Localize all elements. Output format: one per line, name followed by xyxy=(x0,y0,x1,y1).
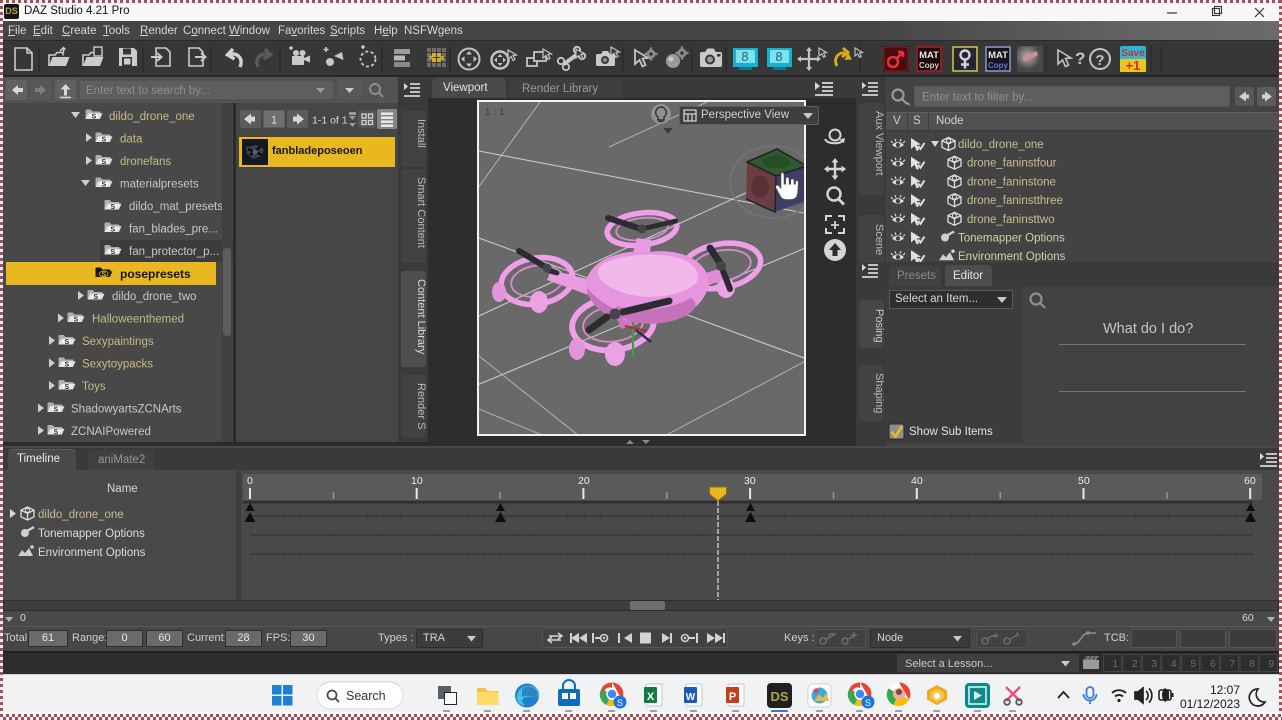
svg-text:3: 3 xyxy=(1151,659,1157,670)
svg-text:Tonemapper Options: Tonemapper Options xyxy=(958,233,1065,245)
svg-text:drone_faninstfour: drone_faninstfour xyxy=(967,158,1057,170)
svg-text:Shaping: Shaping xyxy=(873,373,885,413)
svg-text:Halloweenthemed: Halloweenthemed xyxy=(92,314,184,326)
svg-text:dildo_drone_one: dildo_drone_one xyxy=(958,139,1044,151)
svg-text:Enter text to search by...: Enter text to search by... xyxy=(86,85,210,97)
svg-text:+1: +1 xyxy=(1126,58,1141,73)
svg-text:materialpresets: materialpresets xyxy=(120,179,199,191)
svg-text:Tonemapper Options: Tonemapper Options xyxy=(38,528,145,540)
svg-text:MAT: MAT xyxy=(988,50,1008,61)
svg-text:8: 8 xyxy=(1249,659,1255,670)
svg-text:drone_faninstthree: drone_faninstthree xyxy=(967,195,1063,207)
svg-text:Content Library: Content Library xyxy=(415,279,427,355)
svg-text:12:07: 12:07 xyxy=(1210,683,1240,697)
svg-text:10: 10 xyxy=(411,475,423,487)
svg-text:Toys: Toys xyxy=(82,381,106,393)
svg-text:W: W xyxy=(686,692,696,703)
svg-text:Smart Content: Smart Content xyxy=(415,177,427,248)
svg-text:Enter text to filter by...: Enter text to filter by... xyxy=(922,92,1033,104)
svg-text:data: data xyxy=(120,134,143,146)
svg-text:dildo_drone_one: dildo_drone_one xyxy=(109,111,195,123)
svg-text:Render S: Render S xyxy=(415,383,427,429)
svg-text:9: 9 xyxy=(1268,659,1274,670)
svg-text:MAT: MAT xyxy=(919,50,939,61)
svg-text:2: 2 xyxy=(1132,659,1138,670)
svg-text:Sexytoypacks: Sexytoypacks xyxy=(82,359,153,371)
svg-text:4: 4 xyxy=(1171,659,1177,670)
svg-text:ShadowyartsZCNArts: ShadowyartsZCNArts xyxy=(71,404,182,416)
svg-text:Copy: Copy xyxy=(919,61,940,70)
svg-text:60: 60 xyxy=(1244,475,1256,487)
svg-text:0: 0 xyxy=(247,475,253,487)
svg-text:fan_protector_p...: fan_protector_p... xyxy=(129,246,219,258)
svg-text:drone_faninsttwo: drone_faninsttwo xyxy=(967,214,1055,226)
svg-text:8: 8 xyxy=(741,49,748,64)
svg-text:1: 1 xyxy=(271,115,277,127)
svg-text:ZCNAIPowered: ZCNAIPowered xyxy=(71,426,151,438)
svg-text:5: 5 xyxy=(1190,659,1196,670)
svg-text:Search: Search xyxy=(346,689,386,703)
svg-text:Environment Options: Environment Options xyxy=(38,547,146,559)
svg-text:dronefans: dronefans xyxy=(120,156,171,168)
svg-text:1 : 1: 1 : 1 xyxy=(485,107,505,118)
svg-text:dildo_drone_two: dildo_drone_two xyxy=(112,291,196,303)
svg-text:6: 6 xyxy=(1210,659,1216,670)
svg-text:X: X xyxy=(647,691,655,703)
svg-text:7: 7 xyxy=(1229,659,1235,670)
svg-text:20: 20 xyxy=(578,475,590,487)
svg-text:40: 40 xyxy=(911,475,923,487)
svg-text:fan_blades_pre...: fan_blades_pre... xyxy=(129,224,218,236)
svg-text:Posing: Posing xyxy=(873,309,885,343)
svg-text:30: 30 xyxy=(744,475,756,487)
svg-text:?: ? xyxy=(1095,52,1104,69)
svg-text:dildo_drone_one: dildo_drone_one xyxy=(38,509,124,521)
svg-text:8: 8 xyxy=(775,49,782,64)
svg-text:dildo_mat_presets: dildo_mat_presets xyxy=(129,201,223,213)
svg-text:drone_faninstone: drone_faninstone xyxy=(967,176,1056,188)
svg-text:1-1 of 1: 1-1 of 1 xyxy=(312,115,348,127)
svg-text:50: 50 xyxy=(1078,475,1090,487)
svg-text:S: S xyxy=(617,698,623,708)
svg-text:Install: Install xyxy=(415,119,427,148)
svg-text:1: 1 xyxy=(1112,659,1118,670)
svg-text:Sexypaintings: Sexypaintings xyxy=(82,336,154,348)
svg-text:S: S xyxy=(865,698,871,708)
svg-text:01/12/2023: 01/12/2023 xyxy=(1180,697,1240,711)
svg-text:Aux Viewport: Aux Viewport xyxy=(873,111,885,176)
svg-text:posepresets: posepresets xyxy=(120,267,191,281)
svg-text:Copy: Copy xyxy=(988,61,1009,70)
svg-text:P: P xyxy=(729,691,736,703)
svg-text:?: ? xyxy=(1075,49,1085,68)
svg-text:DS: DS xyxy=(770,689,788,704)
svg-text:Scene: Scene xyxy=(873,224,885,255)
